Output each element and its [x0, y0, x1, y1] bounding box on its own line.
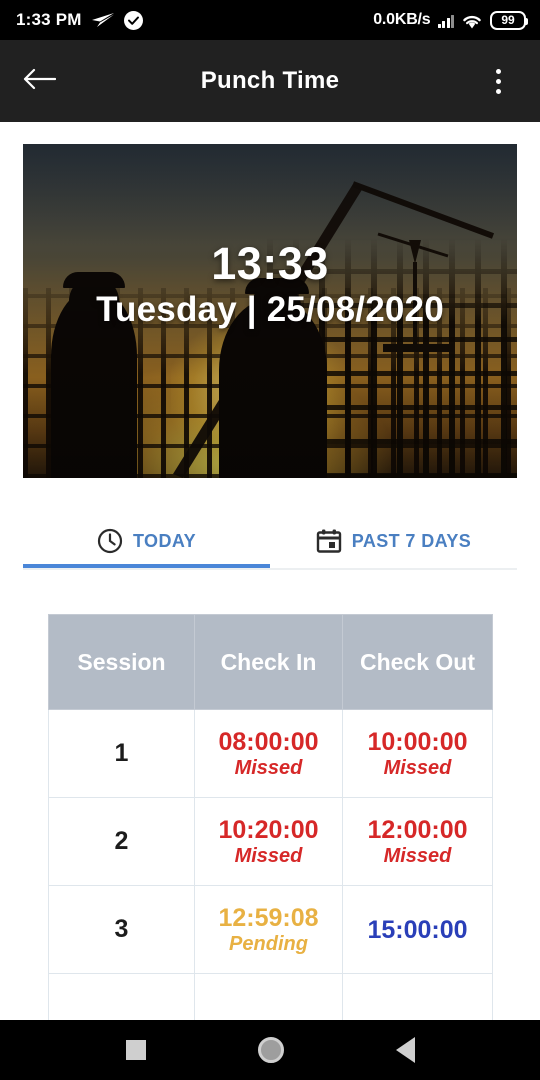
column-header-session: Session: [48, 614, 195, 710]
check-in-time: 12:59:08: [218, 903, 319, 932]
check-out-time: 10:00:00: [367, 727, 468, 756]
punch-table-wrap: Session Check In Check Out 1 08:00:00 Mi…: [48, 614, 493, 1062]
hero-banner: 13:33 Tuesday | 25/08/2020: [23, 144, 517, 478]
tab-past-7-days-label: PAST 7 DAYS: [351, 530, 472, 551]
check-out-status: Missed: [383, 844, 452, 867]
clock-icon: [97, 528, 123, 554]
status-bar-right: 0.0KB/s 99: [373, 10, 528, 30]
tab-divider: [23, 568, 517, 570]
calendar-icon: [316, 528, 342, 554]
cell-session: 1: [48, 709, 195, 798]
table-row[interactable]: 2 10:20:00 Missed 12:00:00 Missed: [48, 797, 493, 886]
check-in-time: 08:00:00: [218, 727, 319, 756]
current-time: 13:33: [211, 238, 329, 289]
punch-table-head: Session Check In Check Out: [48, 614, 493, 710]
tab-past-7-days[interactable]: PAST 7 DAYS: [270, 514, 517, 568]
app-bar: Punch Time: [0, 40, 540, 122]
back-triangle-icon[interactable]: [395, 1037, 415, 1063]
recents-square-icon[interactable]: [125, 1040, 146, 1060]
back-button[interactable]: [22, 67, 62, 96]
tab-today-label: TODAY: [132, 530, 197, 551]
page-title: Punch Time: [200, 67, 340, 94]
check-out-time: 15:00:00: [367, 915, 468, 944]
battery-level-label: 99: [501, 13, 515, 27]
table-row[interactable]: 3 12:59:08 Pending 15:00:00: [48, 885, 493, 974]
tab-today[interactable]: TODAY: [23, 514, 270, 568]
cell-session: 2: [48, 797, 195, 886]
tab-active-indicator: [23, 564, 270, 568]
battery-indicator: 99: [490, 10, 528, 30]
check-circle-icon: [123, 10, 143, 30]
punch-table: Session Check In Check Out 1 08:00:00 Mi…: [48, 614, 493, 1062]
check-in-status: Missed: [234, 844, 303, 867]
phone-screen: 1:33 PM 0.0KB/s 99 Punch Time 13:33 Tues…: [0, 0, 540, 1080]
system-nav-bar: [0, 1020, 540, 1080]
cell-session: 3: [48, 885, 195, 974]
check-out-status: Missed: [383, 756, 452, 779]
check-out-time: 12:00:00: [367, 815, 468, 844]
punch-table-body: 1 08:00:00 Missed 10:00:00 Missed 2 10:2…: [48, 709, 493, 1062]
status-bar-left: 1:33 PM: [16, 10, 143, 30]
table-row[interactable]: 1 08:00:00 Missed 10:00:00 Missed: [48, 709, 493, 798]
current-date: Tuesday | 25/08/2020: [96, 289, 444, 329]
home-circle-icon[interactable]: [257, 1037, 284, 1063]
hero-overlay-text: 13:33 Tuesday | 25/08/2020: [23, 238, 517, 331]
hero-banner-wrap: 13:33 Tuesday | 25/08/2020: [0, 122, 540, 478]
status-bar: 1:33 PM 0.0KB/s 99: [0, 0, 540, 40]
column-header-check-in: Check In: [194, 614, 343, 710]
wifi-icon: [461, 12, 483, 29]
check-in-status: Missed: [234, 756, 303, 779]
table-header-row: Session Check In Check Out: [48, 614, 493, 710]
check-in-time: 10:20:00: [218, 815, 319, 844]
cell-check-in: 08:00:00 Missed: [194, 709, 343, 798]
check-in-status: Pending: [229, 932, 308, 955]
column-header-check-out: Check Out: [342, 614, 493, 710]
cell-check-in: 12:59:08 Pending: [194, 885, 343, 974]
tab-bar: TODAY PAST 7 DAYS: [23, 514, 517, 568]
cell-check-out: 12:00:00 Missed: [342, 797, 493, 886]
overflow-menu-icon[interactable]: [478, 68, 518, 94]
cell-check-out: 10:00:00 Missed: [342, 709, 493, 798]
status-bar-clock: 1:33 PM: [16, 10, 82, 29]
send-icon: [91, 12, 115, 28]
cell-check-in: 10:20:00 Missed: [194, 797, 343, 886]
signal-bars-icon: [437, 13, 454, 28]
cell-check-out: 15:00:00: [342, 885, 493, 974]
back-arrow-icon: [22, 67, 57, 96]
network-speed-label: 0.0KB/s: [373, 11, 431, 28]
